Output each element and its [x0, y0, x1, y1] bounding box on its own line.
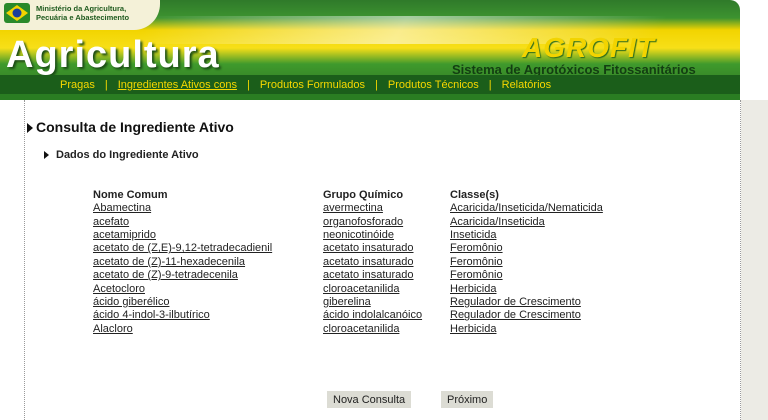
right-margin: [741, 100, 768, 420]
nav-produtos-formulados[interactable]: Produtos Formulados: [250, 79, 375, 91]
chemical-group-link[interactable]: acetato insaturado: [323, 269, 414, 281]
content-border-right: [740, 100, 741, 420]
site-title: Agricultura: [6, 34, 220, 76]
table-header-row: Nome Comum Grupo Químico Classe(s): [93, 188, 650, 202]
header-classes: Classe(s): [450, 188, 499, 201]
ministry-line-1: Ministério da Agricultura,: [36, 4, 127, 13]
chemical-group-link[interactable]: avermectina: [323, 202, 383, 214]
ingredient-name-link[interactable]: ácido giberélico: [93, 296, 169, 308]
header-nome-comum: Nome Comum: [93, 188, 168, 201]
table-row: Acetocloro cloroacetanilida Herbicida: [93, 282, 650, 295]
class-link[interactable]: Acaricida/Inseticida: [450, 216, 545, 228]
table-row: Alacloro cloroacetanilida Herbicida: [93, 323, 650, 336]
ingredient-name-link[interactable]: acetato de (Z)-11-hexadecenila: [93, 256, 245, 268]
class-link[interactable]: Herbicida: [450, 283, 496, 295]
next-button[interactable]: Próximo: [441, 391, 494, 408]
ministry-line-2: Pecuária e Abastecimento: [36, 13, 130, 22]
table-row: acetato de (Z,E)-9,12-tetradecadienil ac…: [93, 242, 650, 255]
ingredient-name-link[interactable]: Abamectina: [93, 202, 151, 214]
table-row: acetato de (Z)-11-hexadecenila acetato i…: [93, 256, 650, 269]
main-navbar: Pragas | Ingredientes Ativos cons | Prod…: [0, 75, 740, 94]
header-grupo-quimico: Grupo Químico: [323, 188, 404, 201]
table-row: ácido giberélico giberelina Regulador de…: [93, 296, 650, 309]
ingredient-name-link[interactable]: acetamiprido: [93, 229, 156, 241]
ingredient-name-link[interactable]: Alacloro: [93, 323, 133, 335]
table-row: acetato de (Z)-9-tetradecenila acetato i…: [93, 269, 650, 282]
nav-pragas[interactable]: Pragas: [50, 79, 105, 91]
nav-relatorios[interactable]: Relatórios: [492, 79, 562, 91]
nav-ingredientes-ativos[interactable]: Ingredientes Ativos cons: [108, 79, 247, 91]
title-arrow-icon: [27, 123, 33, 133]
ingredient-name-link[interactable]: Acetocloro: [93, 283, 145, 295]
class-link[interactable]: Inseticida: [450, 229, 496, 241]
class-link[interactable]: Feromônio: [450, 256, 503, 268]
section-arrow-icon: [44, 151, 49, 159]
table-row: acefato organofosforado Acaricida/Inseti…: [93, 215, 650, 228]
ingredient-name-link[interactable]: acetato de (Z,E)-9,12-tetradecadienil: [93, 242, 272, 254]
class-link[interactable]: Herbicida: [450, 323, 496, 335]
header-banner: Ministério da Agricultura, Pecuária e Ab…: [0, 0, 740, 100]
class-link[interactable]: Feromônio: [450, 242, 503, 254]
ingredients-table: Nome Comum Grupo Químico Classe(s) Abame…: [93, 188, 650, 336]
brazil-flag-icon: [4, 3, 30, 23]
banner-bottom-strip: [0, 94, 740, 100]
content-border-left: [24, 100, 25, 420]
table-row: ácido 4-indol-3-ilbutírico ácido indolal…: [93, 309, 650, 322]
table-row: Abamectina avermectina Acaricida/Insetic…: [93, 202, 650, 215]
chemical-group-link[interactable]: cloroacetanilida: [323, 323, 399, 335]
new-query-button[interactable]: Nova Consulta: [327, 391, 412, 408]
chemical-group-link[interactable]: neonicotinóide: [323, 229, 394, 241]
class-link[interactable]: Feromônio: [450, 269, 503, 281]
nav-menu: Pragas | Ingredientes Ativos cons | Prod…: [50, 75, 561, 94]
ingredient-name-link[interactable]: ácido 4-indol-3-ilbutírico: [93, 309, 210, 321]
table-row: acetamiprido neonicotinóide Inseticida: [93, 229, 650, 242]
page-title: Consulta de Ingrediente Ativo: [36, 119, 234, 135]
ingredient-name-link[interactable]: acefato: [93, 216, 129, 228]
chemical-group-link[interactable]: organofosforado: [323, 216, 403, 228]
nav-produtos-tecnicos[interactable]: Produtos Técnicos: [378, 79, 489, 91]
section-title: Dados do Ingrediente Ativo: [56, 149, 199, 161]
chemical-group-link[interactable]: acetato insaturado: [323, 242, 414, 254]
chemical-group-link[interactable]: cloroacetanilida: [323, 283, 399, 295]
agrofit-logo: AGROFIT: [522, 32, 655, 63]
class-link[interactable]: Regulador de Crescimento: [450, 309, 581, 321]
chemical-group-link[interactable]: ácido indolalcanóico: [323, 309, 422, 321]
chemical-group-link[interactable]: acetato insaturado: [323, 256, 414, 268]
ingredient-name-link[interactable]: acetato de (Z)-9-tetradecenila: [93, 269, 238, 281]
chemical-group-link[interactable]: giberelina: [323, 296, 371, 308]
class-link[interactable]: Regulador de Crescimento: [450, 296, 581, 308]
ministry-name: Ministério da Agricultura, Pecuária e Ab…: [36, 4, 129, 22]
class-link[interactable]: Acaricida/Inseticida/Nematicida: [450, 202, 603, 214]
